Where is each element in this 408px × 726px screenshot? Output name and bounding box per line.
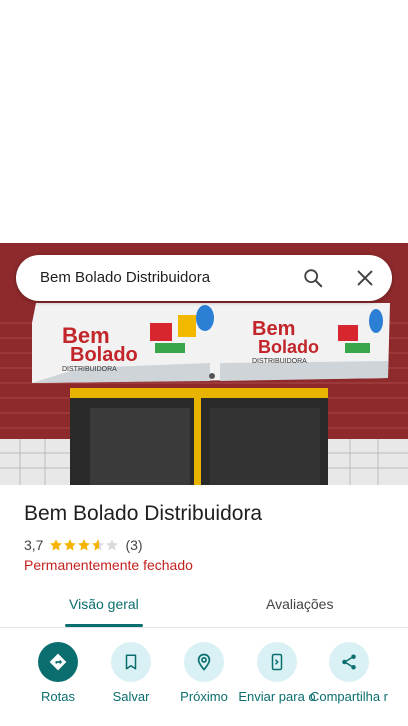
save-label: Salvar [112, 689, 150, 704]
svg-text:Bolado: Bolado [70, 344, 138, 366]
nearby-icon [197, 653, 211, 671]
divider [0, 627, 408, 628]
directions-icon [49, 653, 67, 671]
directions-label: Rotas [41, 689, 75, 704]
star-empty-icon [106, 539, 119, 551]
nearby-button[interactable]: Próximo [164, 642, 244, 704]
place-title: Bem Bolado Distribuidora [24, 502, 263, 525]
svg-text:DISTRIBUIDORA: DISTRIBUIDORA [62, 366, 117, 373]
nearby-label: Próximo [180, 689, 228, 704]
bookmark-icon [125, 654, 137, 670]
star-full-icon [78, 539, 91, 551]
close-icon[interactable] [354, 267, 376, 289]
share-icon [342, 654, 356, 670]
tab-overview[interactable]: Visão geral [69, 596, 139, 612]
directions-button[interactable]: Rotas [18, 642, 98, 704]
rating-row[interactable]: 3,7 (3) [24, 537, 143, 553]
search-bar[interactable]: Bem Bolado Distribuidora [16, 255, 392, 301]
tab-reviews[interactable]: Avaliações [266, 596, 333, 612]
star-full-icon [64, 539, 77, 551]
share-button[interactable]: Compartilha r [309, 642, 389, 704]
save-button[interactable]: Salvar [91, 642, 171, 704]
rating-value: 3,7 [24, 537, 44, 553]
send-to-phone-icon [271, 653, 283, 671]
search-input[interactable]: Bem Bolado Distribuidora [40, 269, 210, 286]
search-icon[interactable] [302, 267, 324, 289]
star-half-icon [92, 539, 105, 551]
send-to-phone-label: Enviar para o [238, 689, 316, 704]
send-to-phone-button[interactable]: Enviar para o [237, 642, 317, 704]
star-full-icon [50, 539, 63, 551]
svg-text:DISTRIBUIDORA: DISTRIBUIDORA [252, 358, 307, 365]
status-closed-label: Permanentemente fechado [24, 557, 193, 573]
svg-text:Bolado: Bolado [258, 337, 319, 357]
review-count: (3) [125, 537, 143, 553]
rating-stars [49, 538, 119, 552]
share-label: Compartilha r [309, 689, 389, 704]
